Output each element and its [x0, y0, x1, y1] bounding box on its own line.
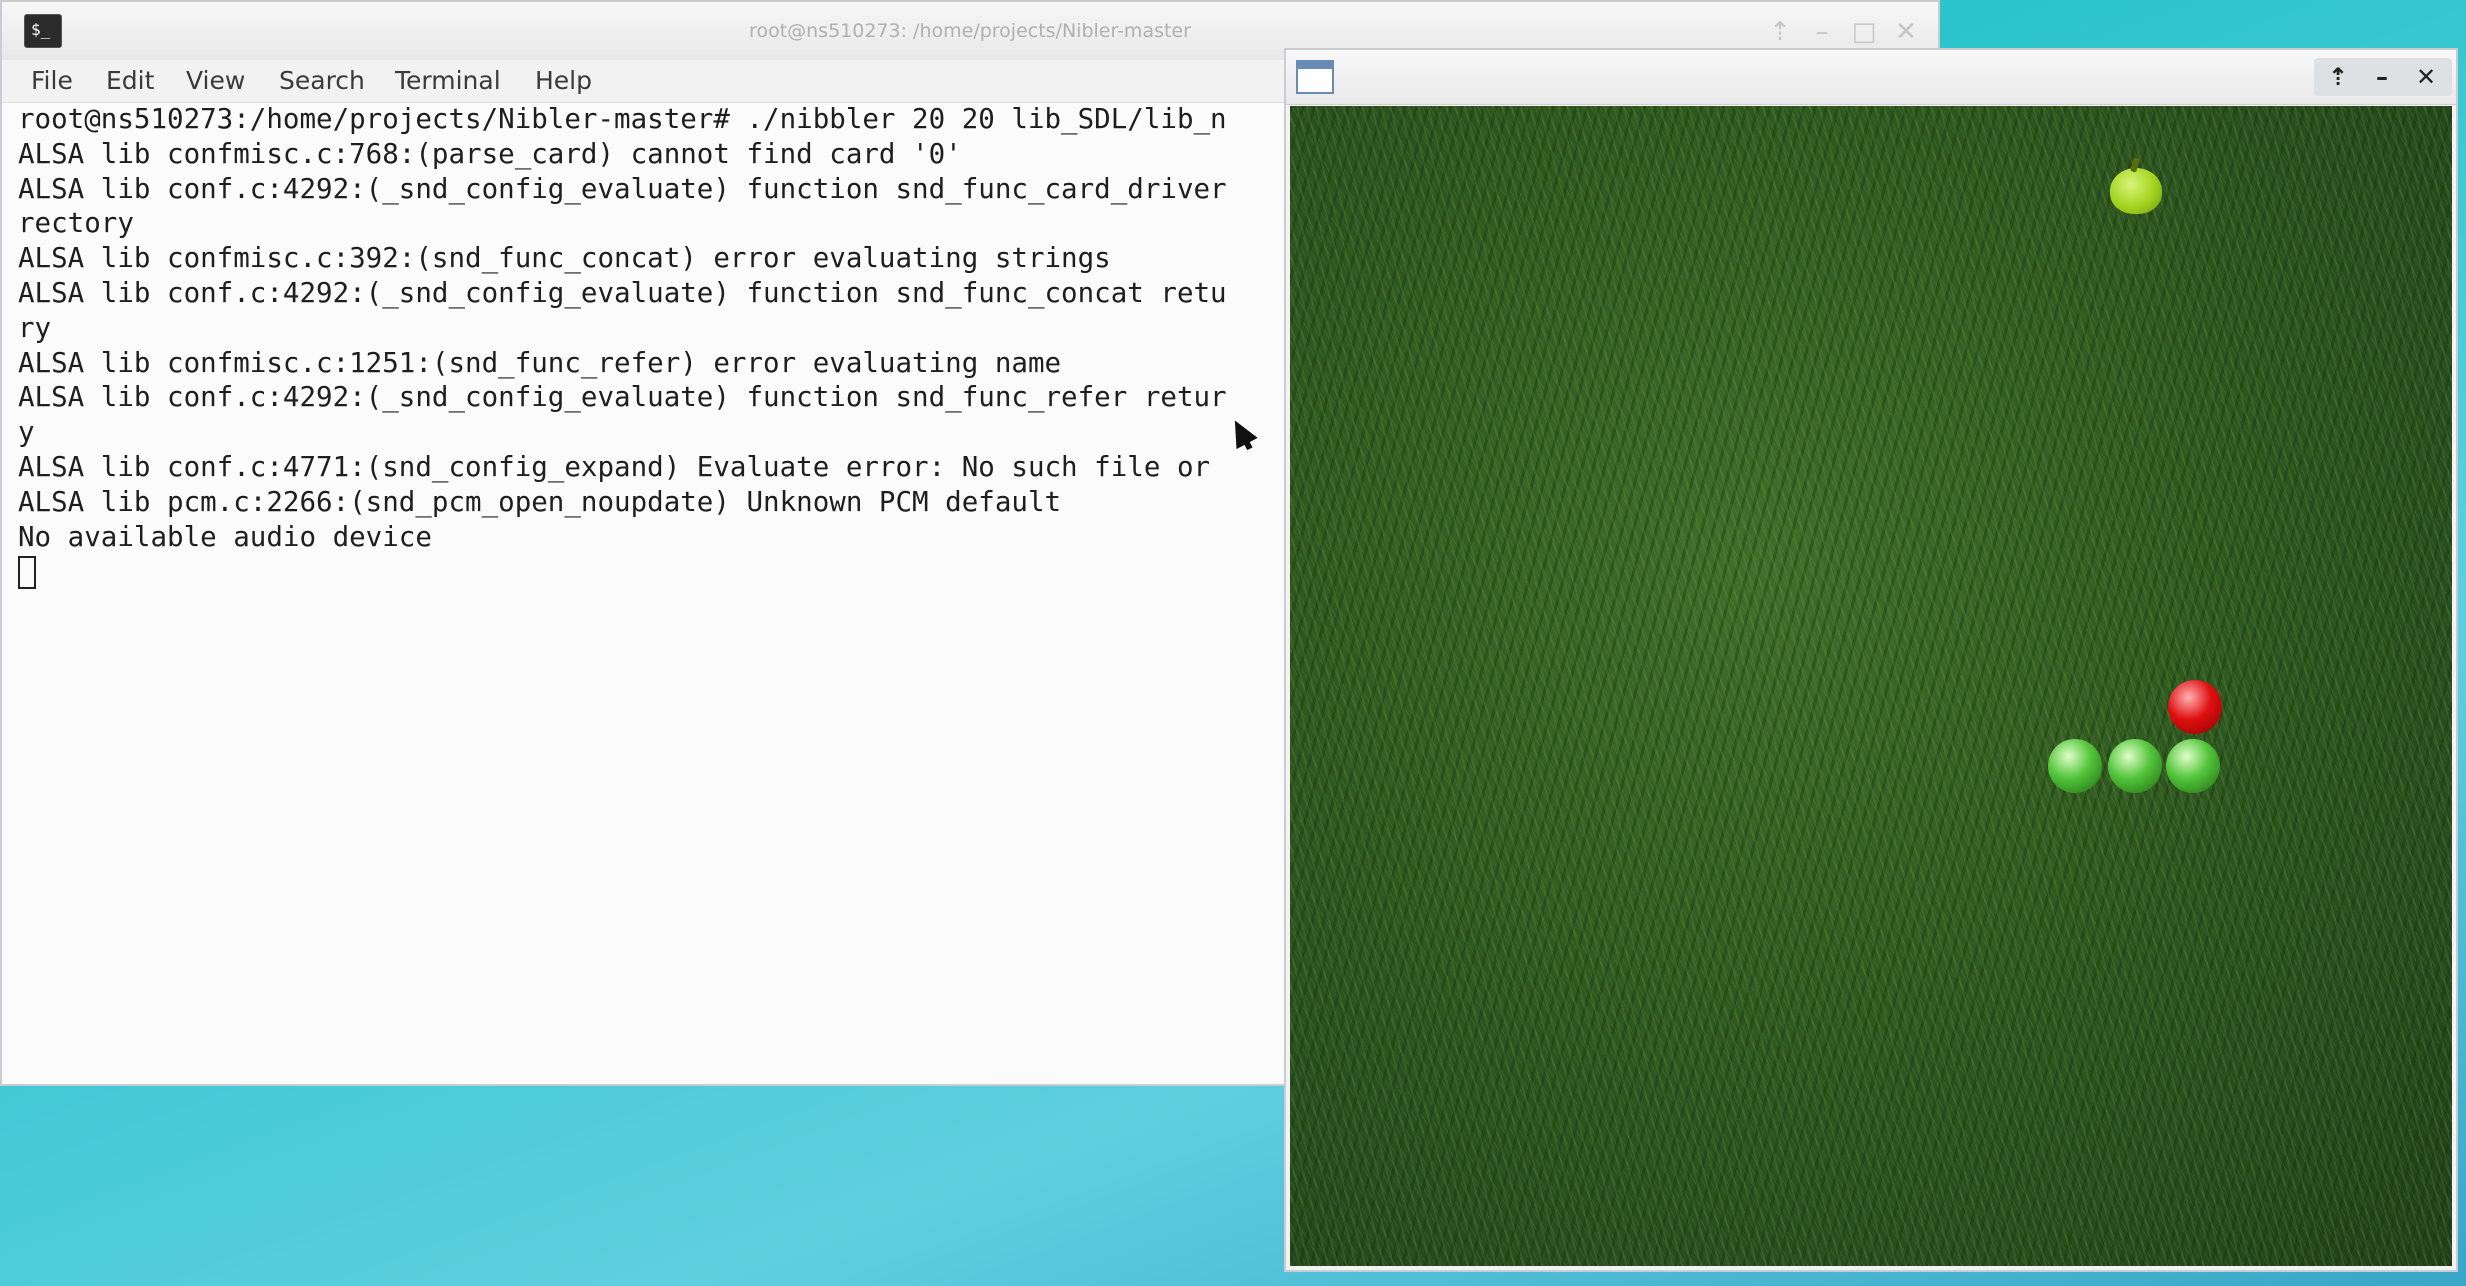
- close-icon[interactable]: ✕: [2406, 60, 2446, 94]
- minimize-icon[interactable]: –: [1806, 16, 1838, 48]
- menu-edit[interactable]: Edit: [106, 66, 154, 95]
- snake-head: [2168, 680, 2222, 734]
- snake-body-segment: [2166, 739, 2220, 793]
- window-icon[interactable]: [1296, 60, 1334, 94]
- menu-file[interactable]: File: [31, 66, 73, 95]
- game-titlebar[interactable]: ⇡ – ✕: [1286, 50, 2456, 105]
- snake-body-segment: [2048, 739, 2102, 793]
- game-canvas[interactable]: [1290, 106, 2452, 1266]
- menu-search[interactable]: Search: [279, 66, 365, 95]
- game-window[interactable]: ⇡ – ✕: [1284, 48, 2458, 1272]
- menu-terminal[interactable]: Terminal: [395, 66, 501, 95]
- window-controls: ⇡ – ✕: [2314, 58, 2452, 96]
- pin-icon[interactable]: ⇡: [2318, 60, 2358, 94]
- maximize-icon[interactable]: □: [1848, 16, 1880, 48]
- pin-icon[interactable]: ⇡: [1764, 16, 1796, 48]
- menu-view[interactable]: View: [186, 66, 245, 95]
- terminal-title: root@ns510273: /home/projects/Nibler-mas…: [749, 20, 1191, 42]
- minimize-icon[interactable]: –: [2362, 60, 2402, 94]
- terminal-cursor: [18, 556, 36, 590]
- apple-food: [2110, 168, 2162, 214]
- snake-body-segment: [2108, 739, 2162, 793]
- menu-help[interactable]: Help: [535, 66, 592, 95]
- close-icon[interactable]: ✕: [1890, 16, 1922, 48]
